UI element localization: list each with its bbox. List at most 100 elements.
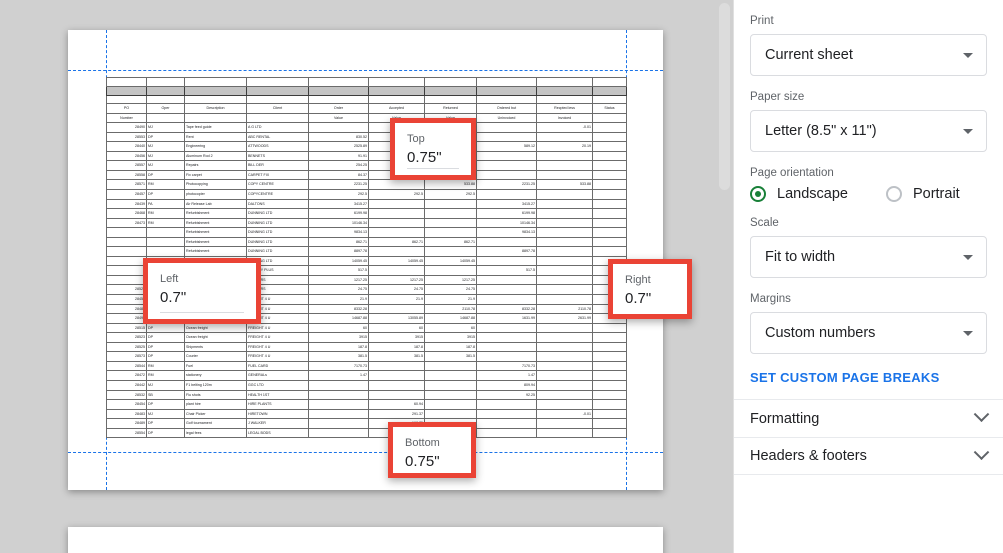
preview-scrollbar-thumb[interactable] (719, 3, 730, 190)
table-cell (425, 78, 477, 87)
margin-callout-left-value[interactable]: 0.7" (160, 288, 244, 307)
table-cell: 28573 (107, 352, 147, 362)
table-row: 28554DPlegal feesLEGAL BODS805.81 (107, 428, 627, 438)
table-cell: A G LTD (247, 123, 309, 133)
margin-callout-bottom-value[interactable]: 0.75" (405, 452, 459, 471)
table-row: 28490MJTape feed guideA G LTD245.24-0.01 (107, 123, 627, 133)
table-cell (537, 275, 593, 285)
table-cell (537, 86, 593, 95)
table-row: 28439PAAir Release LabDALTONS3415.273415… (107, 199, 627, 209)
table-cell: 3915 (309, 333, 369, 343)
margin-callout-top-value[interactable]: 0.75" (407, 148, 459, 167)
table-cell (593, 380, 627, 390)
table-cell (537, 199, 593, 209)
table-cell: Courier (185, 352, 247, 362)
margin-callout-left[interactable]: Left 0.7" (143, 258, 261, 324)
table-cell: RM (147, 209, 185, 219)
table-cell: DP (147, 190, 185, 200)
table-cell: 28558 (107, 170, 147, 180)
table-cell: 187.8 (425, 342, 477, 352)
table-cell (477, 428, 537, 438)
table-row: 28457DPphotocopierCOPYCENTRE292.5292.529… (107, 190, 627, 200)
table-cell: 1.47 (477, 371, 537, 381)
table-cell (537, 266, 593, 276)
table-cell (147, 95, 185, 104)
table-cell: 533.88 (537, 180, 593, 190)
margin-guide-bottom (68, 452, 663, 453)
table-cell (537, 428, 593, 438)
margin-callout-right[interactable]: Right 0.7" (608, 259, 692, 319)
print-label: Print (750, 14, 987, 28)
table-row: 28532SBFlu shotsHEALTH 1ST92.25 (107, 390, 627, 400)
column-header: Returned (425, 104, 477, 114)
table-cell: 21.9 (425, 295, 477, 305)
section-formatting-title: Formatting (750, 411, 819, 427)
section-headers-footers[interactable]: Headers & footers (734, 437, 1003, 475)
set-custom-page-breaks-button[interactable]: SET CUSTOM PAGE BREAKS (734, 354, 1003, 399)
table-cell (247, 86, 309, 95)
table-row: 28473RMRefurbishmentDUNNING LTD10146.341… (107, 218, 627, 228)
scale-select[interactable]: Fit to width (750, 236, 987, 278)
table-cell: 60 (425, 323, 477, 333)
column-header (147, 113, 185, 123)
table-cell (107, 275, 147, 285)
margin-callout-top-label: Top (407, 132, 459, 146)
table-cell: 8332.28 (309, 304, 369, 314)
table-cell: RM (147, 361, 185, 371)
table-cell: DP (147, 323, 185, 333)
table-cell: 381.5 (309, 352, 369, 362)
radio-portrait[interactable]: Portrait (886, 186, 960, 202)
print-scope-select[interactable]: Current sheet (750, 34, 987, 76)
table-cell: 862.71 (369, 237, 425, 247)
table-cell (369, 95, 425, 104)
table-cell (147, 247, 185, 257)
table-row: 28468RMRefurbishmentDUNNING LTD6199.9861… (107, 209, 627, 219)
scale-value: Fit to width (765, 249, 835, 265)
table-cell: 10146.34 (477, 218, 537, 228)
table-cell (477, 170, 537, 180)
margins-select[interactable]: Custom numbers (750, 312, 987, 354)
table-cell: 381.5 (425, 352, 477, 362)
preview-scrollbar[interactable] (719, 3, 730, 550)
margin-callout-right-value[interactable]: 0.7" (625, 289, 675, 308)
table-cell: 292.5 (425, 190, 477, 200)
table-cell: 28532 (107, 390, 147, 400)
radio-landscape[interactable]: Landscape (750, 186, 848, 202)
table-row: 28440MJEngineeringATTWOODS2525.891938.77… (107, 142, 627, 152)
table-cell (309, 409, 369, 419)
table-cell (425, 361, 477, 371)
margin-callout-bottom[interactable]: Bottom 0.75" (388, 422, 476, 478)
table-cell (147, 86, 185, 95)
table-cell: 28489 (107, 419, 147, 429)
chevron-down-icon (963, 255, 973, 260)
table-cell: 1631.99 (477, 314, 537, 324)
table-cell (147, 228, 185, 238)
table-cell (593, 95, 627, 104)
table-cell: 28456 (107, 151, 147, 161)
table-row: 28442MJF1 belting 120mGGC LTD809.94 (107, 380, 627, 390)
table-cell: 24.75 (369, 285, 425, 295)
table-cell (593, 151, 627, 161)
section-formatting[interactable]: Formatting (734, 399, 1003, 437)
table-cell (537, 400, 593, 410)
column-header (247, 113, 309, 123)
column-header: Description (185, 104, 247, 114)
table-cell: MJ (147, 380, 185, 390)
page-orientation-field-group: Page orientation Landscape Portrait (734, 166, 1003, 202)
table-cell (537, 342, 593, 352)
table-cell (185, 95, 247, 104)
table-cell (537, 151, 593, 161)
column-header (593, 113, 627, 123)
column-header: Oper (147, 104, 185, 114)
table-cell: 292.5 (369, 190, 425, 200)
table-cell: 8332.28 (477, 304, 537, 314)
paper-size-select[interactable]: Letter (8.5" x 11") (750, 110, 987, 152)
table-cell: 381.5 (369, 352, 425, 362)
table-cell (537, 218, 593, 228)
table-cell (369, 266, 425, 276)
column-header: Recpted less (537, 104, 593, 114)
table-row: 28472RMstationeryGENERALs1.471.47 (107, 371, 627, 381)
table-cell (537, 247, 593, 257)
scale-label: Scale (750, 216, 987, 230)
margin-callout-top[interactable]: Top 0.75" (390, 118, 476, 180)
